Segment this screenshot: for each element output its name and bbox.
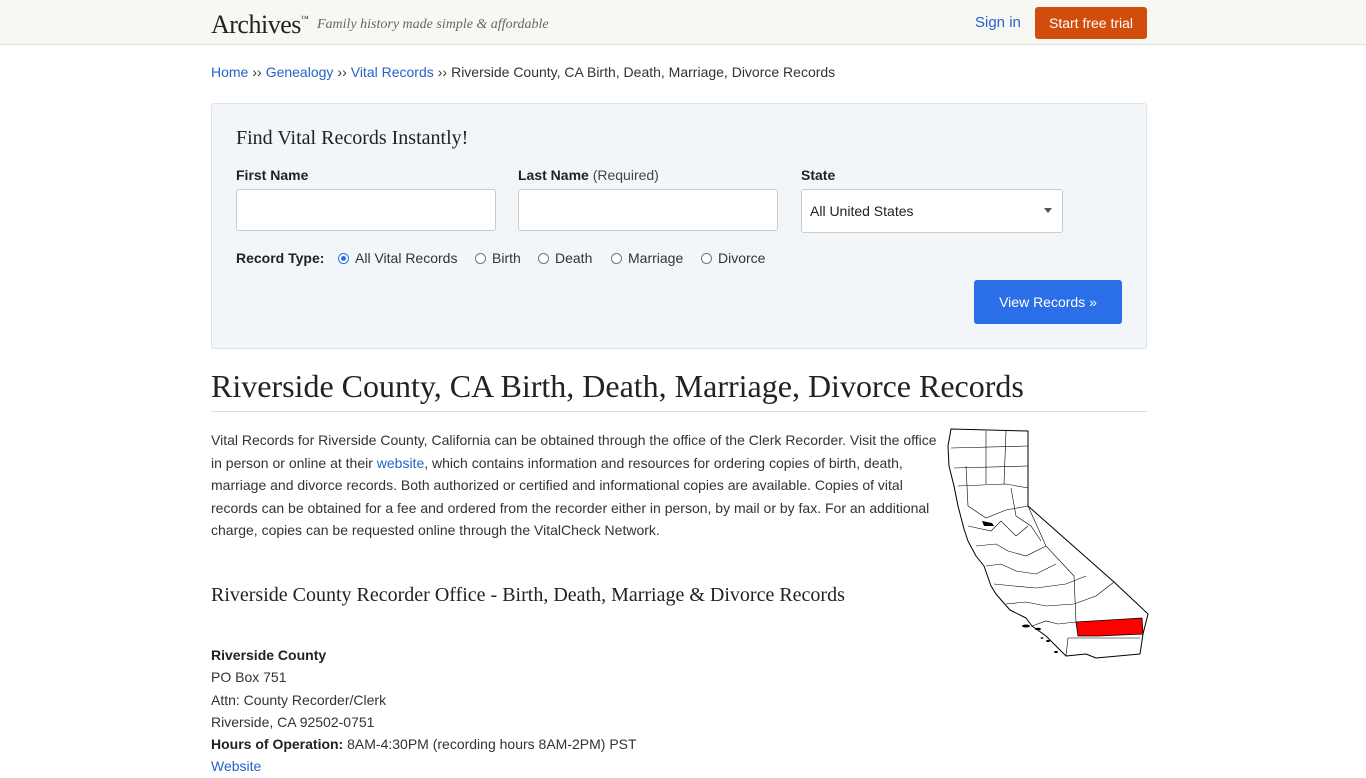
chevron-down-icon <box>1044 208 1052 213</box>
tagline: Family history made simple & affordable <box>317 17 549 32</box>
breadcrumb-separator: ›› <box>337 64 347 80</box>
breadcrumb-separator: ›› <box>252 64 262 80</box>
view-records-button[interactable]: View Records » <box>974 280 1122 324</box>
last-name-label: Last Name (Required) <box>518 167 659 183</box>
radio-label: Death <box>555 250 593 266</box>
page-title: Riverside County, CA Birth, Death, Marri… <box>211 368 1024 404</box>
start-free-trial-button[interactable]: Start free trial <box>1035 7 1147 39</box>
breadcrumb-current: Riverside County, CA Birth, Death, Marri… <box>451 64 836 80</box>
radio-marriage[interactable]: Marriage <box>611 250 683 266</box>
top-header: Archives™ Family history made simple & a… <box>0 0 1366 45</box>
state-select[interactable]: All United States <box>801 189 1063 233</box>
office-name: Riverside County <box>211 647 327 663</box>
title-divider <box>211 411 1147 412</box>
required-note: (Required) <box>592 167 659 183</box>
office-website-link[interactable]: Website <box>211 758 261 774</box>
office-address-block: Riverside County PO Box 751 Attn: County… <box>211 644 637 778</box>
last-name-input[interactable] <box>518 189 778 231</box>
state-select-value: All United States <box>810 203 914 219</box>
office-address-line: Riverside, CA 92502-0751 <box>211 713 375 730</box>
breadcrumb-vital-records[interactable]: Vital Records <box>351 64 434 80</box>
radio-divorce[interactable]: Divorce <box>701 250 765 266</box>
radio-label: Marriage <box>628 250 684 266</box>
breadcrumb-genealogy[interactable]: Genealogy <box>266 64 334 80</box>
archives-logo[interactable]: Archives™ <box>211 10 309 40</box>
radio-icon <box>475 253 486 264</box>
radio-death[interactable]: Death <box>538 250 592 266</box>
breadcrumb: Home ›› Genealogy ›› Vital Records ›› Riversid… <box>211 64 835 80</box>
first-name-label-text: First Name <box>236 167 309 183</box>
radio-label: All Vital Records <box>355 250 458 266</box>
radio-icon <box>701 253 712 264</box>
website-link[interactable]: website <box>377 455 424 471</box>
radio-selected-icon <box>338 253 349 264</box>
state-label-text: State <box>801 167 836 183</box>
radio-label: Divorce <box>718 250 766 266</box>
search-title: Find Vital Records Instantly! <box>236 127 469 149</box>
hours-label: Hours of Operation: <box>211 736 344 753</box>
first-name-label: First Name <box>236 167 308 183</box>
office-section-title: Riverside County Recorder Office - Birth… <box>211 584 845 606</box>
office-address-line: PO Box 751 <box>211 669 287 686</box>
california-county-map <box>947 428 1149 659</box>
intro-paragraph: Vital Records for Riverside County, Cali… <box>211 429 939 542</box>
breadcrumb-separator: ›› <box>437 64 448 80</box>
logo-trademark: ™ <box>300 14 309 23</box>
radio-icon <box>538 253 549 264</box>
vital-records-search-form: Find Vital Records Instantly! First Name… <box>211 103 1147 349</box>
radio-icon <box>611 253 622 264</box>
record-type-label: Record Type: <box>236 250 325 266</box>
radio-all-vital-records[interactable]: All Vital Records <box>338 250 457 266</box>
hours-value: 8AM-4:30PM (recording hours 8AM-2PM) PST <box>347 736 637 753</box>
radio-label: Birth <box>492 250 521 266</box>
office-address-line: Attn: County Recorder/Clerk <box>211 691 387 708</box>
breadcrumb-home[interactable]: Home <box>211 64 248 80</box>
state-label: State <box>801 167 835 183</box>
logo-text: Archives <box>211 10 301 39</box>
first-name-input[interactable] <box>236 189 496 231</box>
radio-birth[interactable]: Birth <box>475 250 521 266</box>
last-name-label-text: Last Name <box>518 167 589 183</box>
sign-in-link[interactable]: Sign in <box>975 14 1021 31</box>
